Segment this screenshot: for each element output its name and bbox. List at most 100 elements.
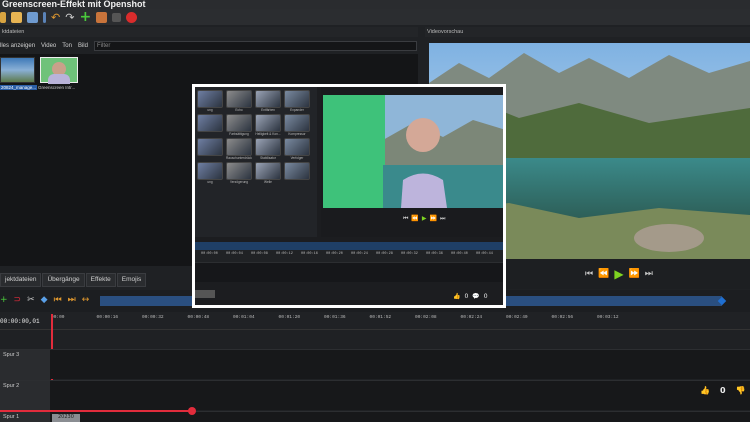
main-toolbar: ↶ ↷ + — [0, 9, 750, 25]
inset-ruler-tick: 00:00:20 — [326, 252, 343, 256]
tab-audio[interactable]: Ton — [62, 43, 72, 49]
fullscreen-icon[interactable] — [112, 12, 122, 22]
next-marker-icon[interactable]: ⏭ — [68, 295, 76, 305]
track-label: Spur 1 — [0, 412, 50, 422]
effect-tile: Rauschunterdrückung — [226, 138, 252, 160]
tab-project-files[interactable]: jektdateien — [0, 273, 42, 287]
track-row: Spur 3 — [0, 349, 750, 380]
add-marker-icon[interactable]: ◆ — [41, 295, 48, 305]
inset-ruler-tick: 00:00:04 — [226, 252, 243, 256]
inset-preview-area: ⏮ ⏪ ▶ ⏩ ⏭ — [321, 87, 503, 237]
inset-reactions: 👍 0 💬 0 — [453, 293, 488, 300]
ruler-tick: 00:01:36 — [324, 315, 346, 320]
ruler-tick: 00:02:56 — [551, 315, 574, 320]
inset-comment-icon: 💬 — [472, 293, 480, 300]
effect-thumbnail — [226, 90, 252, 108]
open-folder-icon[interactable] — [11, 11, 22, 23]
effect-thumbnail — [226, 138, 252, 156]
effect-label: Helligkeit & Kon... — [255, 132, 281, 136]
add-track-icon[interactable]: + — [0, 295, 8, 305]
previous-marker-icon[interactable]: ⏮ — [54, 295, 62, 305]
effect-thumbnail — [226, 162, 252, 180]
effect-tile — [197, 138, 223, 160]
inset-rewind-icon: ⏪ — [411, 215, 419, 222]
effect-tile: Entfärben — [255, 90, 281, 112]
effect-tile: Welle — [255, 162, 281, 184]
inset-ruler-tick: 00:00:44 — [476, 252, 493, 256]
window-title: Greenscreen-Effekt mit Openshot — [2, 0, 146, 9]
inset-ruler-tick: 00:00:24 — [351, 252, 368, 256]
inset-comment-count: 0 — [483, 293, 488, 300]
thumbs-up-icon[interactable]: 👍 — [700, 386, 710, 395]
effect-thumbnail — [255, 162, 281, 180]
export-record-icon[interactable] — [126, 11, 138, 23]
inset-ruler-tick: 00:00:40 — [451, 252, 468, 256]
effect-tile: Farbsättigung — [226, 114, 252, 136]
inset-ruler-tick: 00:00:12 — [276, 252, 293, 256]
effect-tile: ung — [197, 90, 223, 112]
inset-jump-end-icon: ⏭ — [440, 215, 446, 222]
fast-forward-icon[interactable]: ⏩ — [629, 269, 640, 279]
undo-icon[interactable]: ↶ — [51, 12, 60, 23]
razor-icon[interactable]: ✂ — [27, 295, 35, 305]
center-playhead-icon[interactable]: ↔ — [82, 295, 90, 305]
inset-ruler-tick: 00:00:32 — [401, 252, 418, 256]
timecode: 00:00:00,01 — [0, 318, 40, 325]
inset-ruler-tick: 00:00:16 — [301, 252, 318, 256]
ruler-tick: 00:02:24 — [460, 315, 483, 320]
clip-thumbnail[interactable] — [40, 57, 78, 84]
effect-thumbnail — [284, 162, 310, 180]
inset-track-label — [195, 290, 215, 298]
jump-start-icon[interactable]: ⏮ — [585, 269, 593, 279]
tab-emojis[interactable]: Emojis — [116, 273, 147, 287]
inset-jump-start-icon: ⏮ — [403, 215, 409, 222]
filter-input[interactable]: Filter — [93, 41, 417, 51]
redo-icon[interactable]: ↷ — [65, 12, 74, 23]
jump-end-icon[interactable]: ⏭ — [645, 269, 653, 279]
tab-image[interactable]: Bild — [78, 43, 88, 49]
ruler-tick: 00:01:52 — [369, 315, 392, 320]
effect-label: Expander — [290, 108, 304, 112]
tab-show-all[interactable]: lles anzeigen — [0, 43, 35, 49]
effect-thumbnail — [226, 114, 252, 132]
snap-icon[interactable]: ⊃ — [14, 295, 22, 305]
thumbs-down-icon[interactable]: 👎 — [736, 386, 746, 395]
clip-label: 20824_manage... — [0, 85, 38, 90]
files-panel-header: ktdateien — [0, 27, 418, 37]
effect-tile: Expander — [284, 90, 310, 112]
filter-bar: lles anzeigen Video Ton Bild Filter — [0, 40, 418, 52]
tab-effects[interactable]: Effekte — [85, 273, 116, 287]
effect-label: Stabilisator — [260, 156, 276, 160]
clip-thumbnail[interactable] — [0, 57, 35, 83]
track-label: Spur 3 — [0, 350, 50, 380]
preview-panel-header: Videovorschau — [425, 27, 750, 37]
track-label: Spur 2 — [0, 381, 50, 411]
save-icon[interactable] — [27, 11, 38, 23]
new-project-icon[interactable] — [0, 11, 6, 23]
ruler-tick: 00:01:20 — [278, 315, 301, 320]
import-files-icon[interactable]: + — [79, 10, 91, 24]
tab-video[interactable]: Video — [41, 43, 56, 49]
effect-label: Rauschunterdrückung — [226, 156, 252, 160]
ruler-tick: 00:00:32 — [142, 315, 164, 320]
ruler-tick: 00:00 — [51, 315, 65, 320]
effect-thumbnail — [284, 114, 310, 132]
timeline-clip[interactable]: 20230 — [52, 414, 80, 422]
inset-ruler-tick: 00:00:36 — [426, 252, 443, 256]
inset-ruler-tick: 00:00:28 — [376, 252, 393, 256]
ruler-tick: 00:02:08 — [415, 315, 437, 320]
rewind-icon[interactable]: ⏪ — [598, 269, 609, 279]
profile-icon[interactable] — [96, 11, 108, 23]
title-bar: Greenscreen-Effekt mit Openshot — [0, 0, 750, 9]
effect-thumbnail — [255, 138, 281, 156]
effect-tile: Verzögerung — [226, 162, 252, 184]
reactions-bar: 👍 0 👎 — [700, 386, 746, 395]
video-progress-handle[interactable] — [188, 407, 196, 415]
ruler-tick: 00:01:04 — [233, 315, 255, 320]
video-progress-bar[interactable] — [0, 410, 192, 412]
effects-panel: ung Echo Entfärben Expander Farbsättigung Hel… — [195, 87, 317, 237]
app-window: { "window": {"title": "Greenscreen-Effek… — [0, 0, 750, 422]
tab-transitions[interactable]: Übergänge — [42, 273, 85, 287]
play-icon[interactable]: ▶ — [614, 267, 623, 281]
inset-ruler: 00:00:00 00:00:04 00:00:08 00:00:12 00:00:16… — [195, 250, 503, 262]
